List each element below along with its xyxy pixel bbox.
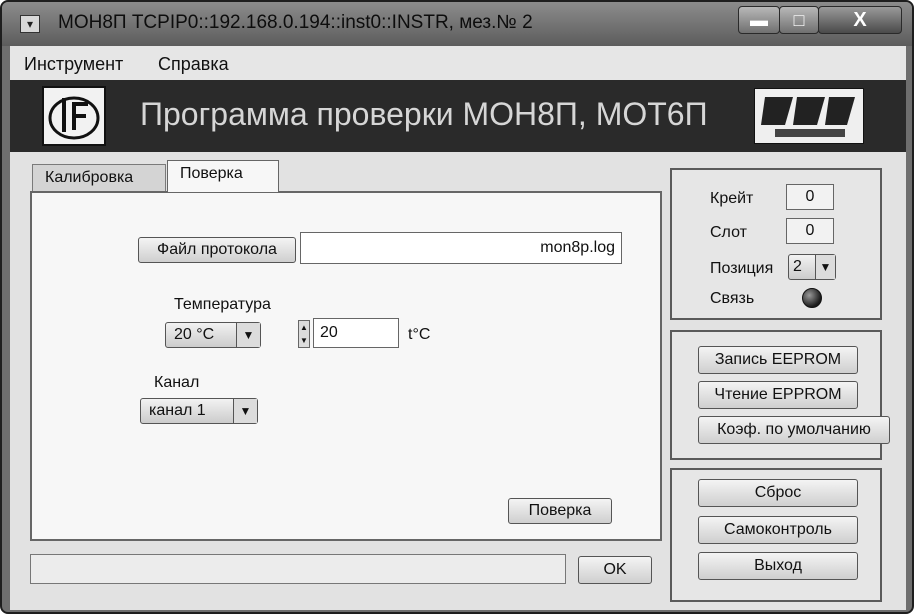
chevron-down-icon[interactable]: ▼ bbox=[233, 399, 257, 423]
vxi-plug-and-play-logo-icon bbox=[754, 88, 864, 144]
arrow-down-icon[interactable]: ▼ bbox=[299, 334, 309, 347]
exit-button[interactable]: Выход bbox=[698, 552, 858, 580]
crate-label: Крейт bbox=[710, 190, 754, 207]
protocol-file-input[interactable]: mon8p.log bbox=[300, 232, 622, 264]
link-label: Связь bbox=[710, 290, 755, 307]
reset-button[interactable]: Сброс bbox=[698, 479, 858, 507]
title-bar[interactable]: ▾ МОН8П TCPIP0::192.168.0.194::inst0::IN… bbox=[2, 2, 912, 46]
channel-select-value: канал 1 bbox=[149, 402, 206, 419]
crate-value: 0 bbox=[786, 184, 834, 210]
channel-label: Канал bbox=[154, 374, 200, 391]
minimize-button[interactable]: ▬ bbox=[738, 6, 780, 34]
slot-label: Слот bbox=[710, 224, 747, 241]
temperature-label: Температура bbox=[174, 296, 271, 313]
banner-title: Программа проверки МОН8П, МОТ6П bbox=[140, 96, 708, 132]
selftest-button[interactable]: Самоконтроль bbox=[698, 516, 858, 544]
arrow-up-icon[interactable]: ▲ bbox=[299, 321, 309, 334]
temperature-unit: t°C bbox=[408, 326, 431, 343]
program-banner: Программа проверки МОН8П, МОТ6П bbox=[10, 80, 906, 152]
ok-button[interactable]: OK bbox=[578, 556, 652, 584]
menu-help[interactable]: Справка bbox=[158, 54, 229, 75]
temperature-stepper[interactable]: ▲ ▼ bbox=[298, 320, 310, 348]
app-icon[interactable]: ▾ bbox=[20, 15, 40, 33]
menu-bar: Инструмент Справка bbox=[10, 46, 906, 80]
status-field bbox=[30, 554, 566, 584]
read-eeprom-button[interactable]: Чтение EPPROM bbox=[698, 381, 858, 409]
position-label: Позиция bbox=[710, 260, 774, 277]
chevron-down-icon[interactable]: ▼ bbox=[815, 255, 835, 279]
channel-select[interactable]: канал 1 ▼ bbox=[140, 398, 258, 424]
tab-verification[interactable]: Поверка bbox=[167, 160, 279, 192]
temperature-input[interactable]: 20 bbox=[313, 318, 399, 348]
chevron-down-icon[interactable]: ▼ bbox=[236, 323, 260, 347]
link-status-led-icon bbox=[802, 288, 822, 308]
slot-value: 0 bbox=[786, 218, 834, 244]
maximize-button[interactable]: □ bbox=[779, 6, 819, 34]
client-area: Инструмент Справка Программа проверки МО… bbox=[10, 46, 906, 610]
window-title: МОН8П TCPIP0::192.168.0.194::inst0::INST… bbox=[58, 12, 533, 33]
menu-instrument[interactable]: Инструмент bbox=[24, 54, 123, 75]
close-button[interactable]: X bbox=[818, 6, 902, 34]
verify-button[interactable]: Поверка bbox=[508, 498, 612, 524]
position-select-value: 2 bbox=[793, 258, 802, 275]
write-eeprom-button[interactable]: Запись EEPROM bbox=[698, 346, 858, 374]
company-logo-icon bbox=[42, 86, 106, 146]
default-coefficients-button[interactable]: Коэф. по умолчанию bbox=[698, 416, 890, 444]
position-select[interactable]: 2 ▼ bbox=[788, 254, 836, 280]
tab-calibration[interactable]: Калибровка bbox=[32, 164, 166, 192]
temperature-select[interactable]: 20 °C ▼ bbox=[165, 322, 261, 348]
instrument-info-panel bbox=[670, 168, 882, 320]
protocol-file-button[interactable]: Файл протокола bbox=[138, 237, 296, 263]
app-window: ▾ МОН8П TCPIP0::192.168.0.194::inst0::IN… bbox=[0, 0, 914, 614]
temperature-select-value: 20 °C bbox=[174, 326, 215, 343]
